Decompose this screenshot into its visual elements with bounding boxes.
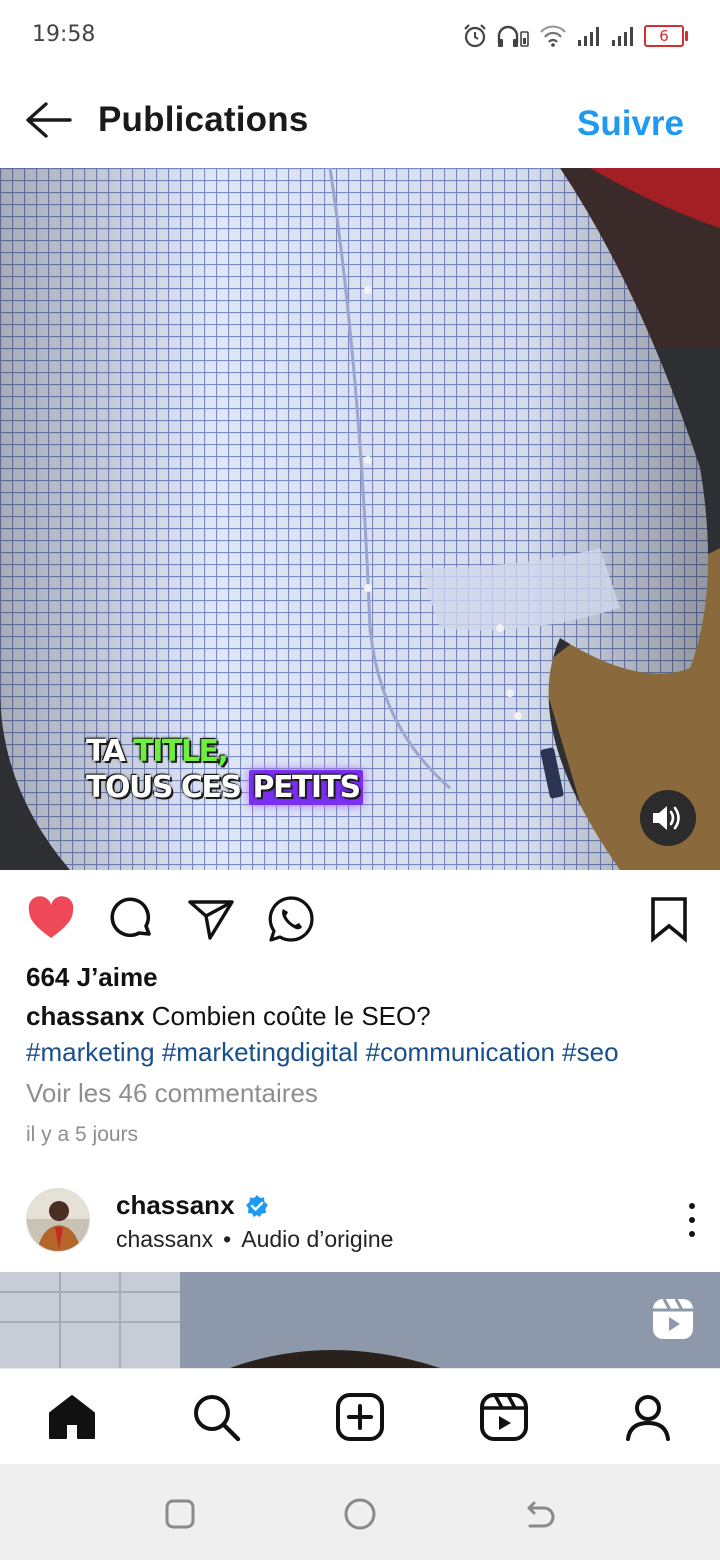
speaker-icon bbox=[653, 806, 680, 830]
bookmark-icon bbox=[651, 897, 687, 943]
nav-reels[interactable] bbox=[478, 1391, 530, 1443]
like-button[interactable] bbox=[26, 894, 76, 944]
caption-text: Combien coûte le SEO? bbox=[144, 1001, 431, 1031]
more-vertical-icon bbox=[689, 1203, 695, 1237]
whatsapp-share-button[interactable] bbox=[266, 894, 316, 944]
post-video[interactable]: TA TITLE, TOUS CES PETITS bbox=[0, 168, 720, 870]
comment-bubble-icon bbox=[110, 897, 151, 938]
more-options-button[interactable] bbox=[682, 1200, 702, 1240]
likes-count[interactable]: 664 J’aime bbox=[26, 962, 158, 993]
next-post-username-row[interactable]: chassanx bbox=[116, 1190, 269, 1221]
next-post-header: chassanx chassanx • Audio d’origine bbox=[0, 1180, 720, 1272]
avatar[interactable] bbox=[26, 1188, 90, 1252]
bottom-navigation bbox=[0, 1368, 720, 1464]
verified-badge-icon bbox=[245, 1194, 268, 1217]
recent-apps-icon bbox=[165, 1499, 195, 1529]
page-title: Publications bbox=[98, 100, 309, 139]
headphones-icon bbox=[497, 25, 529, 47]
alarm-icon bbox=[464, 24, 486, 48]
caption-hashtags[interactable]: #marketing #marketingdigital #communicat… bbox=[26, 1037, 619, 1067]
system-home-button[interactable] bbox=[340, 1494, 380, 1534]
signal-icon bbox=[612, 27, 633, 46]
next-post-subtitle: chassanx • Audio d’origine bbox=[116, 1226, 393, 1253]
back-arrow-icon bbox=[26, 102, 72, 138]
next-post-subtitle-user[interactable]: chassanx bbox=[116, 1226, 213, 1252]
back-icon bbox=[527, 1501, 555, 1528]
status-icons: 6 bbox=[462, 20, 688, 52]
home-icon bbox=[49, 1395, 95, 1439]
overlay-line1-prefix: TA bbox=[86, 734, 134, 769]
avatar-image bbox=[27, 1189, 89, 1251]
overlay-line2-prefix: TOUS CES bbox=[86, 770, 250, 805]
heart-filled-icon bbox=[28, 896, 74, 938]
battery-level: 6 bbox=[644, 25, 684, 47]
app-header: Publications Suivre bbox=[0, 72, 720, 168]
post-caption: chassanx Combien coûte le SEO? #marketin… bbox=[26, 998, 706, 1070]
profile-icon bbox=[626, 1395, 670, 1441]
audio-label[interactable]: Audio d’origine bbox=[241, 1226, 393, 1252]
nav-profile[interactable] bbox=[622, 1391, 674, 1443]
wifi-icon bbox=[540, 25, 566, 47]
next-post-image bbox=[0, 1272, 720, 1368]
caption-username[interactable]: chassanx bbox=[26, 1001, 145, 1031]
system-back-button[interactable] bbox=[520, 1494, 560, 1534]
sound-toggle-button[interactable] bbox=[640, 790, 696, 846]
send-icon bbox=[188, 900, 234, 940]
overlay-line1-highlight: TITLE, bbox=[133, 734, 229, 769]
search-icon bbox=[194, 1395, 241, 1442]
video-caption-overlay: TA TITLE, TOUS CES PETITS bbox=[86, 734, 363, 806]
status-bar: 19:58 6 bbox=[0, 0, 720, 72]
status-time: 19:58 bbox=[32, 22, 96, 47]
battery-icon: 6 bbox=[644, 25, 688, 47]
view-comments-link[interactable]: Voir les 46 commentaires bbox=[26, 1078, 318, 1109]
recent-apps-button[interactable] bbox=[160, 1494, 200, 1534]
reels-icon bbox=[480, 1393, 528, 1441]
share-button[interactable] bbox=[186, 894, 236, 944]
whatsapp-icon bbox=[268, 896, 314, 942]
comment-button[interactable] bbox=[106, 894, 156, 944]
next-post-media[interactable] bbox=[0, 1272, 720, 1368]
save-button[interactable] bbox=[648, 894, 698, 944]
home-circle-icon bbox=[344, 1498, 376, 1530]
separator-dot: • bbox=[223, 1226, 232, 1252]
post-actions bbox=[0, 870, 720, 962]
next-post-username[interactable]: chassanx bbox=[116, 1190, 235, 1221]
reels-indicator-icon bbox=[653, 1298, 693, 1339]
post-timestamp: il y a 5 jours bbox=[26, 1123, 139, 1146]
follow-button[interactable]: Suivre bbox=[577, 104, 684, 144]
signal-icon bbox=[578, 27, 599, 46]
create-icon bbox=[336, 1393, 384, 1441]
nav-search[interactable] bbox=[190, 1391, 242, 1443]
back-button[interactable] bbox=[22, 98, 74, 142]
nav-create[interactable] bbox=[334, 1391, 386, 1443]
nav-home[interactable] bbox=[46, 1391, 98, 1443]
system-navigation-bar bbox=[0, 1464, 720, 1560]
overlay-line2-highlight: PETITS bbox=[249, 770, 363, 805]
